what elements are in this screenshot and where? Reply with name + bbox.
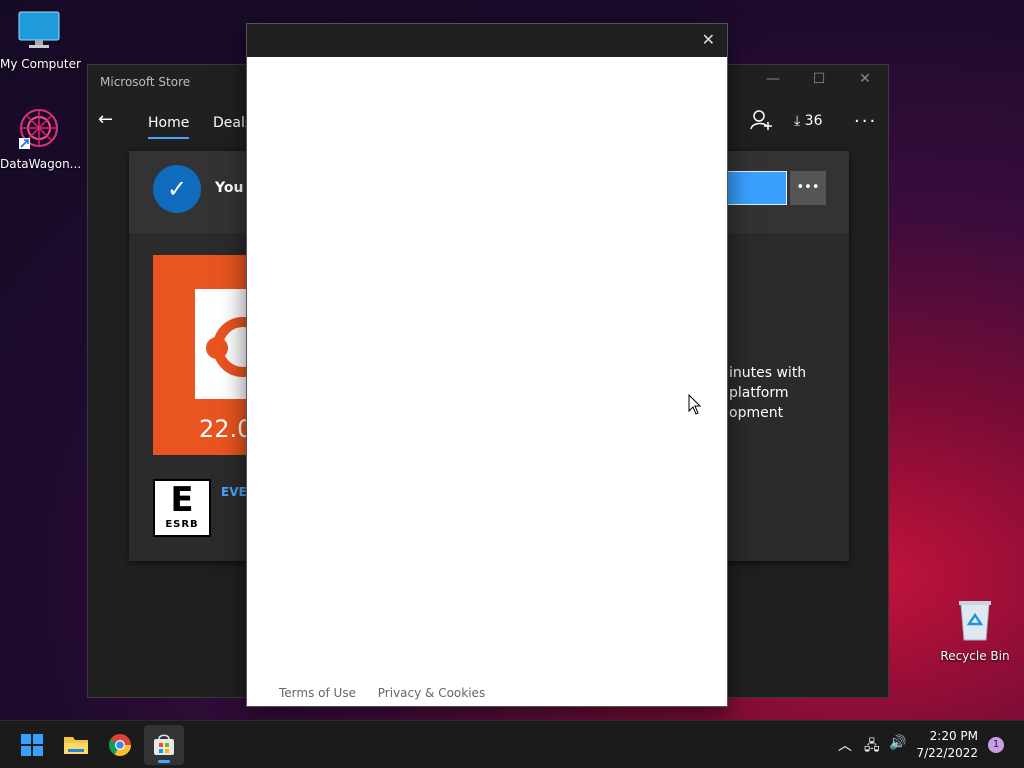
- microsoft-store-button[interactable]: [144, 725, 184, 765]
- minimize-button[interactable]: —: [758, 71, 788, 87]
- start-button[interactable]: [12, 725, 52, 765]
- app-version: 22.0: [199, 415, 253, 443]
- terms-of-use-link[interactable]: Terms of Use: [279, 686, 356, 700]
- file-explorer-button[interactable]: [56, 725, 96, 765]
- taskbar-clock[interactable]: 2:20 PM 7/22/2022: [916, 728, 978, 762]
- store-bag-icon: [154, 734, 174, 755]
- desktop-icon-label: DataWagon...: [0, 157, 82, 171]
- desktop-icon-label: My Computer: [0, 57, 81, 71]
- notification-badge[interactable]: 1: [988, 737, 1004, 753]
- close-window-button[interactable]: ✕: [850, 71, 880, 87]
- computer-icon: [18, 11, 60, 48]
- downloads-button[interactable]: ⤓ 36: [794, 113, 822, 129]
- account-icon[interactable]: [750, 109, 772, 135]
- sign-in-dialog: ✕ Terms of Use Privacy & Cookies: [246, 23, 728, 707]
- mouse-cursor-icon: [688, 394, 702, 415]
- chrome-button[interactable]: [100, 725, 140, 765]
- desktop-icon-label: Recycle Bin: [940, 649, 1010, 663]
- esrb-text: ESRB: [165, 519, 199, 530]
- ubuntu-app-logo: 22.0: [153, 255, 253, 455]
- more-options-icon[interactable]: ···: [854, 111, 877, 132]
- folder-icon: [64, 737, 88, 754]
- description-line: opment: [729, 405, 784, 421]
- clock-date: 7/22/2022: [916, 746, 978, 760]
- clock-time: 2:20 PM: [929, 729, 978, 743]
- desktop-icon-datawagon[interactable]: DataWagon...: [0, 106, 82, 171]
- volume-icon[interactable]: 🔊: [889, 735, 906, 751]
- checkmark-icon: ✓: [153, 165, 201, 213]
- network-icon[interactable]: 🖧: [864, 735, 880, 759]
- app-description: inutes with platform opment: [729, 363, 849, 423]
- dialog-footer: Terms of Use Privacy & Cookies: [279, 686, 503, 700]
- datawagon-logo-icon: [19, 109, 58, 149]
- launch-button[interactable]: [727, 171, 787, 205]
- esrb-rating-letter: E: [170, 480, 194, 520]
- ellipsis-button[interactable]: •••: [790, 171, 826, 205]
- downloads-count: 36: [804, 113, 823, 129]
- recycle-bin-icon: [959, 601, 991, 641]
- maximize-button[interactable]: ☐: [804, 71, 834, 87]
- description-line: inutes with: [729, 365, 807, 381]
- desktop-icon-recycle-bin[interactable]: Recycle Bin: [936, 598, 1014, 663]
- chrome-icon: [109, 734, 131, 756]
- esrb-rating-badge: E ESRB: [153, 479, 211, 537]
- back-arrow-icon[interactable]: ←: [98, 109, 113, 130]
- desktop-icon-my-computer[interactable]: My Computer: [0, 10, 81, 71]
- windows-logo-icon: [21, 734, 43, 756]
- close-icon[interactable]: ✕: [702, 30, 715, 49]
- description-line: platform: [729, 385, 789, 401]
- taskbar: ︿ 🖧 🔊 2:20 PM 7/22/2022 1: [0, 720, 1024, 768]
- chevron-up-icon[interactable]: ︿: [838, 735, 852, 755]
- tab-home[interactable]: Home: [148, 115, 190, 139]
- privacy-cookies-link[interactable]: Privacy & Cookies: [378, 686, 485, 700]
- dialog-titlebar: ✕: [247, 24, 727, 57]
- store-window-title: Microsoft Store: [100, 75, 191, 89]
- download-icon: ⤓: [794, 113, 801, 129]
